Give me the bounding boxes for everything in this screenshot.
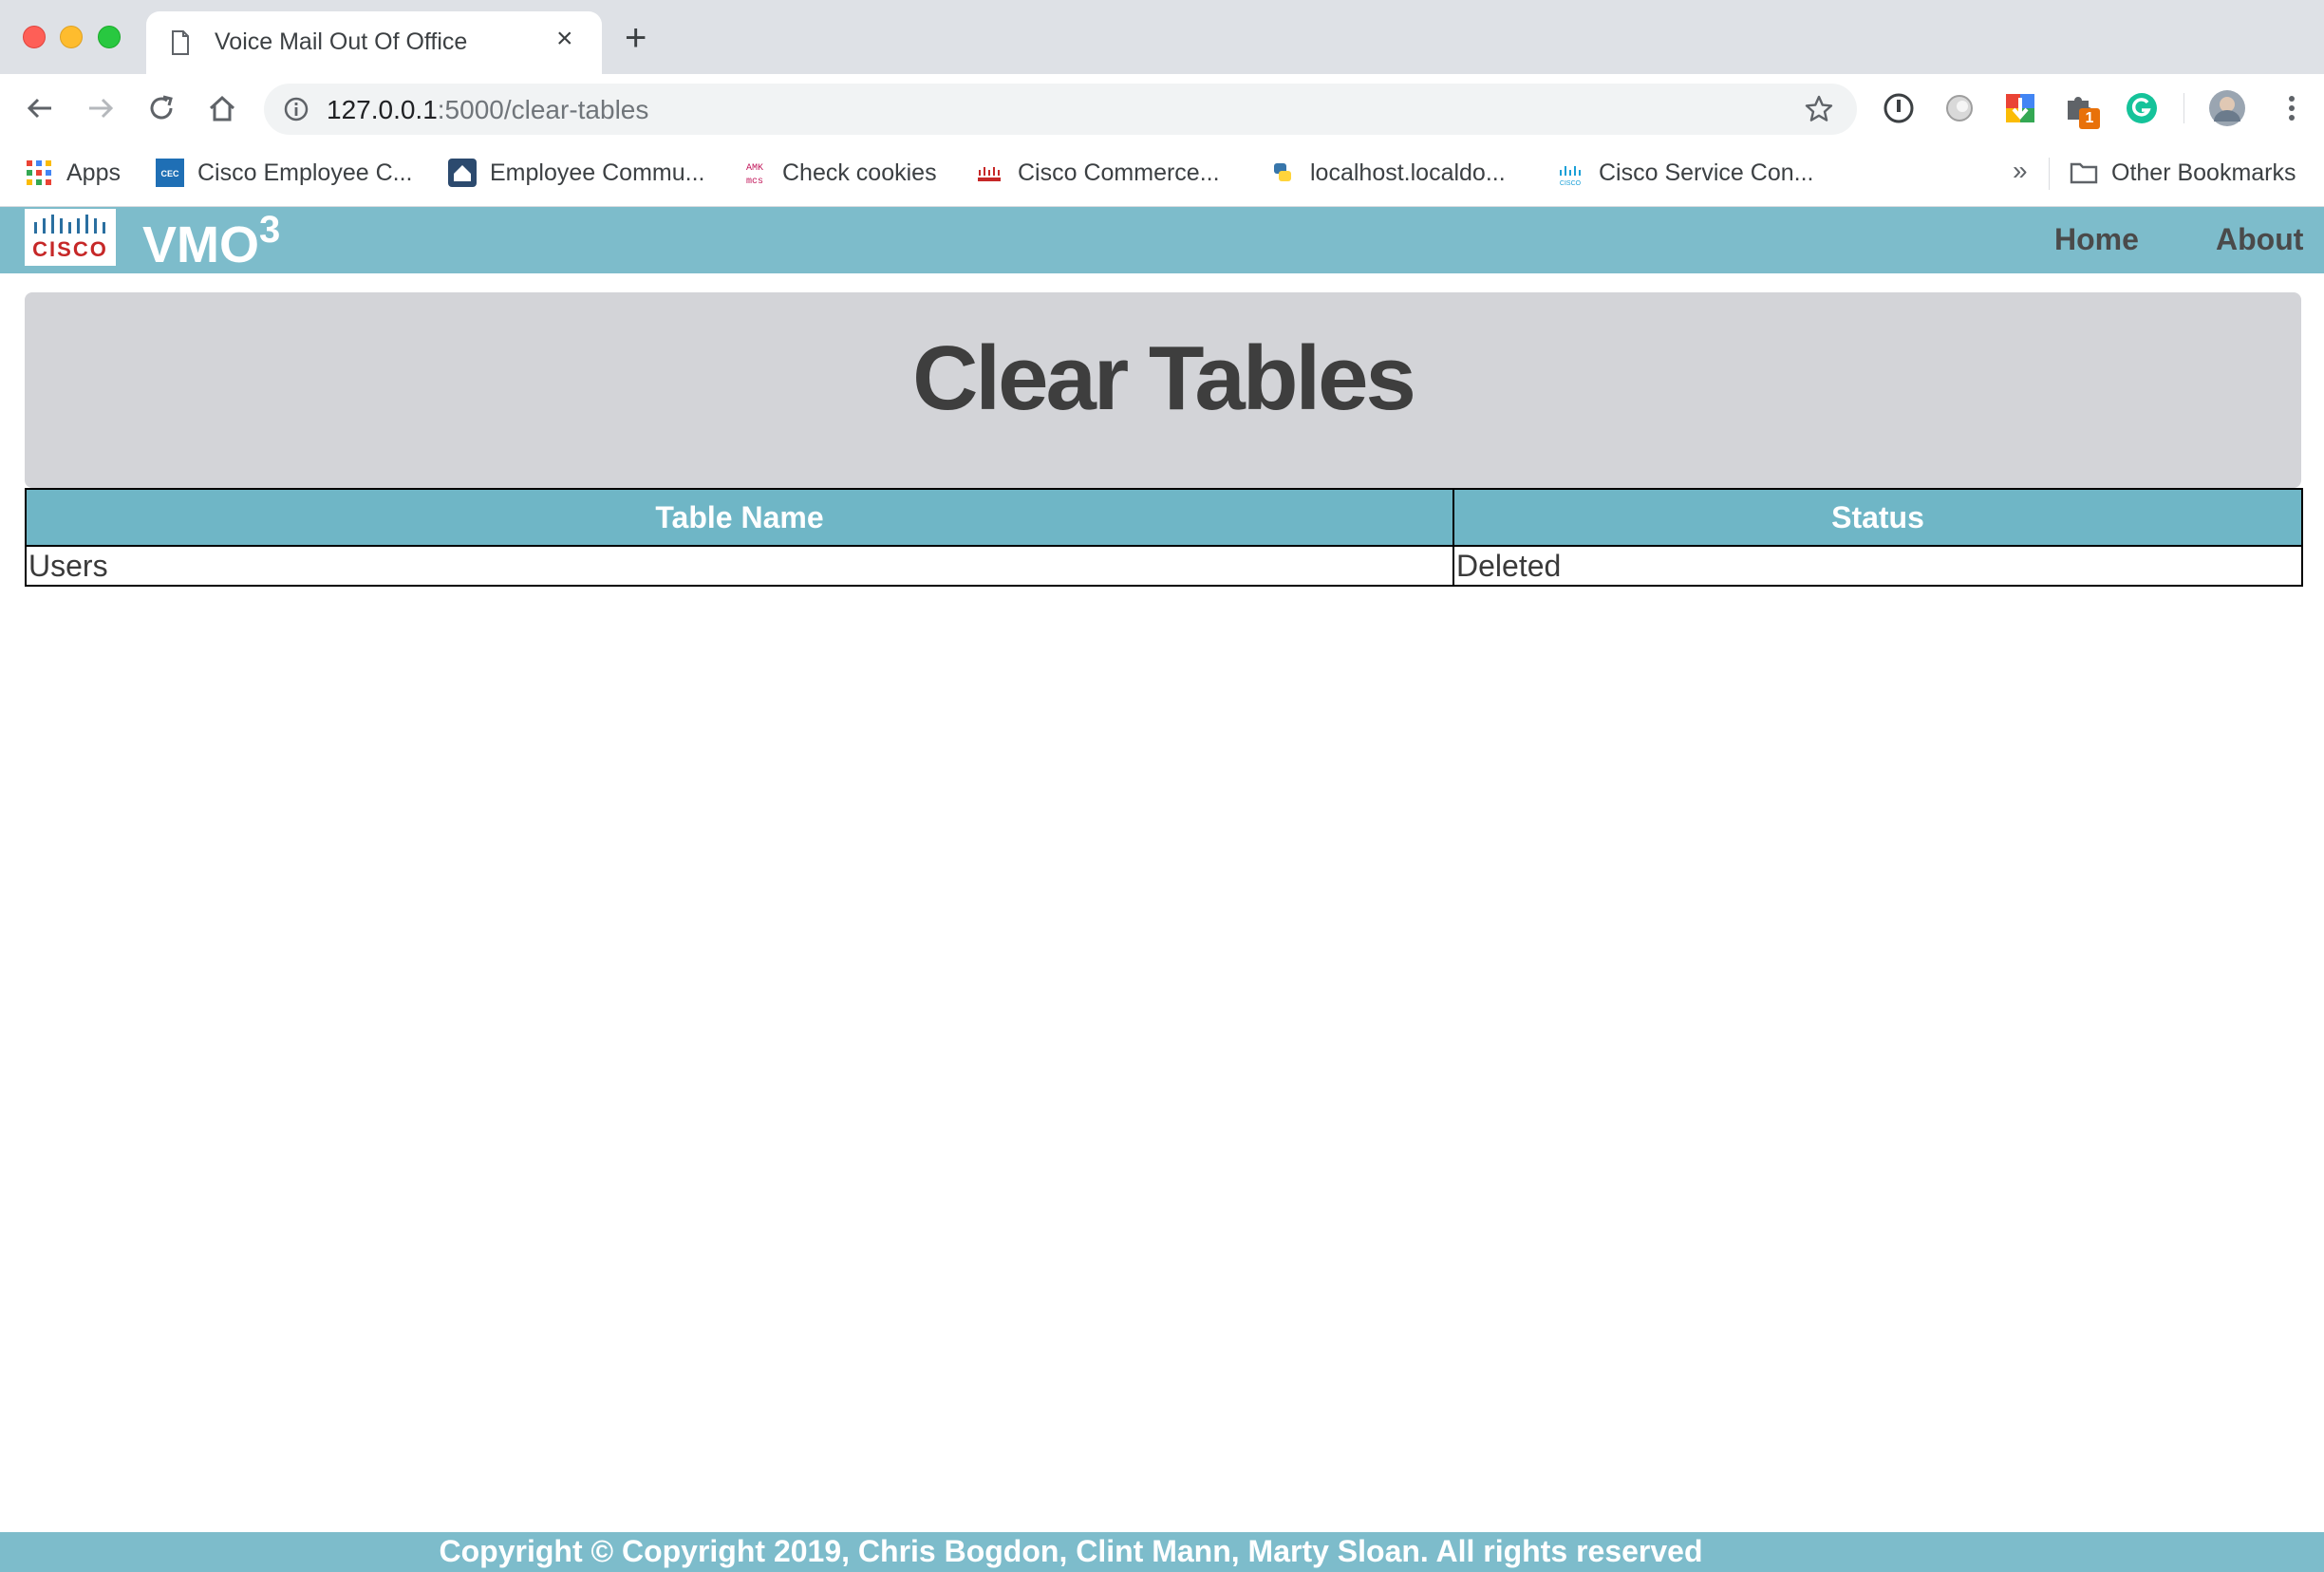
bookmark-label: Employee Commu... xyxy=(490,159,705,186)
folder-icon xyxy=(2070,162,2098,184)
svg-text:CEC: CEC xyxy=(160,169,179,178)
reload-icon xyxy=(150,95,173,120)
url-host: 127.0.0.1 xyxy=(327,95,438,124)
tab-title: Voice Mail Out Of Office xyxy=(215,28,468,55)
app-brand[interactable]: VMO3 xyxy=(142,209,280,273)
arrow-right-icon xyxy=(89,98,114,119)
nav-home-link[interactable]: Home xyxy=(2054,222,2139,257)
new-tab-button[interactable]: + xyxy=(625,19,647,57)
window-maximize-button[interactable] xyxy=(98,26,121,48)
browser-tab[interactable]: Voice Mail Out Of Office × xyxy=(146,11,602,74)
table-cell-status: Deleted xyxy=(1452,545,2303,587)
url-path: :5000/clear-tables xyxy=(437,95,649,124)
bookmark-label: Cisco Service Con... xyxy=(1599,159,1814,186)
table-row: Users Deleted xyxy=(25,545,2303,587)
password-manager-icon[interactable] xyxy=(1882,91,1916,125)
bookmark-label: Other Bookmarks xyxy=(2111,159,2296,186)
cisco-logo[interactable]: CISCO xyxy=(25,209,116,266)
bookmark-localhost[interactable]: localhost.localdo... xyxy=(1268,156,1506,190)
extension-circle-icon[interactable] xyxy=(1942,91,1977,125)
close-tab-icon[interactable]: × xyxy=(556,25,573,53)
download-extension-icon[interactable] xyxy=(2003,91,2037,125)
bookmark-label: Cisco Employee C... xyxy=(197,159,413,186)
home-icon xyxy=(448,159,477,187)
column-header-table-name: Table Name xyxy=(25,488,1454,547)
table-cell-table-name: Users xyxy=(25,545,1454,587)
bookmark-cisco-employee[interactable]: CEC Cisco Employee C... xyxy=(156,156,412,190)
bookmark-employee-commu[interactable]: Employee Commu... xyxy=(448,156,704,190)
puzzle-extension-button[interactable]: 1 xyxy=(2062,91,2104,133)
arrow-left-icon xyxy=(27,98,51,119)
bookmark-cisco-service[interactable]: CISCO Cisco Service Con... xyxy=(1557,156,1814,190)
reload-button[interactable] xyxy=(142,89,180,127)
app-navbar: CISCO VMO3 Home About xyxy=(0,207,2324,273)
cisco-icon: CISCO xyxy=(1560,166,1582,187)
bookmark-check-cookies[interactable]: AMK mcs Check cookies xyxy=(740,156,937,190)
document-icon xyxy=(172,30,189,55)
bookmark-label: Apps xyxy=(66,159,121,186)
window-minimize-button[interactable] xyxy=(60,26,83,48)
browser-window: Voice Mail Out Of Office × + 127.0.0.1:5… xyxy=(0,0,2324,1572)
tab-strip: Voice Mail Out Of Office × + xyxy=(0,0,2324,74)
copyright-text: Copyright © Copyright 2019, Chris Bogdon… xyxy=(439,1534,1703,1568)
column-header-status: Status xyxy=(1452,488,2303,547)
brand-text: VMO xyxy=(142,216,260,273)
table-header-row: Table Name Status xyxy=(25,488,2303,547)
bookmark-label: Cisco Commerce... xyxy=(1018,159,1220,186)
home-button[interactable] xyxy=(203,89,241,127)
address-bar[interactable]: 127.0.0.1:5000/clear-tables xyxy=(264,84,1857,135)
bookmark-label: localhost.localdo... xyxy=(1310,159,1506,186)
toolbar-divider xyxy=(2183,93,2184,123)
logo-text: CISCO xyxy=(32,237,108,261)
svg-text:mcs: mcs xyxy=(746,177,763,187)
python-icon xyxy=(1274,163,1291,181)
window-close-button[interactable] xyxy=(23,26,46,48)
home-icon xyxy=(209,95,235,122)
bookmark-cisco-commerce[interactable]: Cisco Commerce... xyxy=(976,156,1220,190)
bookmark-label: Check cookies xyxy=(782,159,937,186)
kebab-menu-icon[interactable] xyxy=(2275,91,2309,125)
svg-text:CISCO: CISCO xyxy=(1560,180,1582,187)
grammarly-icon[interactable] xyxy=(2125,91,2159,125)
page-title: Clear Tables xyxy=(912,328,1416,429)
extension-badge: 1 xyxy=(2079,108,2100,129)
brand-superscript: 3 xyxy=(259,209,281,251)
page-content: CISCO VMO3 Home About Clear Tables Table… xyxy=(0,207,2324,1572)
nav-about-link[interactable]: About xyxy=(2216,222,2303,257)
page-header-jumbotron: Clear Tables xyxy=(25,292,2301,488)
svg-text:AMK: AMK xyxy=(746,163,763,174)
clear-tables-table: Table Name Status Users Deleted xyxy=(25,488,2303,587)
browser-toolbar: 127.0.0.1:5000/clear-tables 1 xyxy=(0,74,2324,144)
url-text[interactable]: 127.0.0.1:5000/clear-tables xyxy=(327,95,648,125)
star-icon[interactable] xyxy=(1804,94,1834,124)
page-footer: Copyright © Copyright 2019, Chris Bogdon… xyxy=(0,1532,2324,1572)
cec-icon: CEC xyxy=(156,159,184,187)
profile-avatar-icon[interactable] xyxy=(2208,89,2246,127)
amk-mcs-icon: AMK mcs xyxy=(746,163,763,187)
bookmark-other[interactable]: Other Bookmarks xyxy=(2070,156,2296,190)
bookmarks-overflow-icon[interactable]: » xyxy=(2013,156,2028,186)
info-icon[interactable] xyxy=(283,96,309,122)
back-button[interactable] xyxy=(21,89,59,127)
bookmark-apps[interactable]: Apps xyxy=(25,156,121,190)
apps-grid-icon xyxy=(27,160,51,185)
forward-button[interactable] xyxy=(82,89,120,127)
cisco-icon xyxy=(978,167,1001,181)
bookmarks-divider xyxy=(2049,158,2050,190)
bookmarks-bar: Apps CEC Cisco Employee C... Employee Co… xyxy=(0,144,2324,207)
